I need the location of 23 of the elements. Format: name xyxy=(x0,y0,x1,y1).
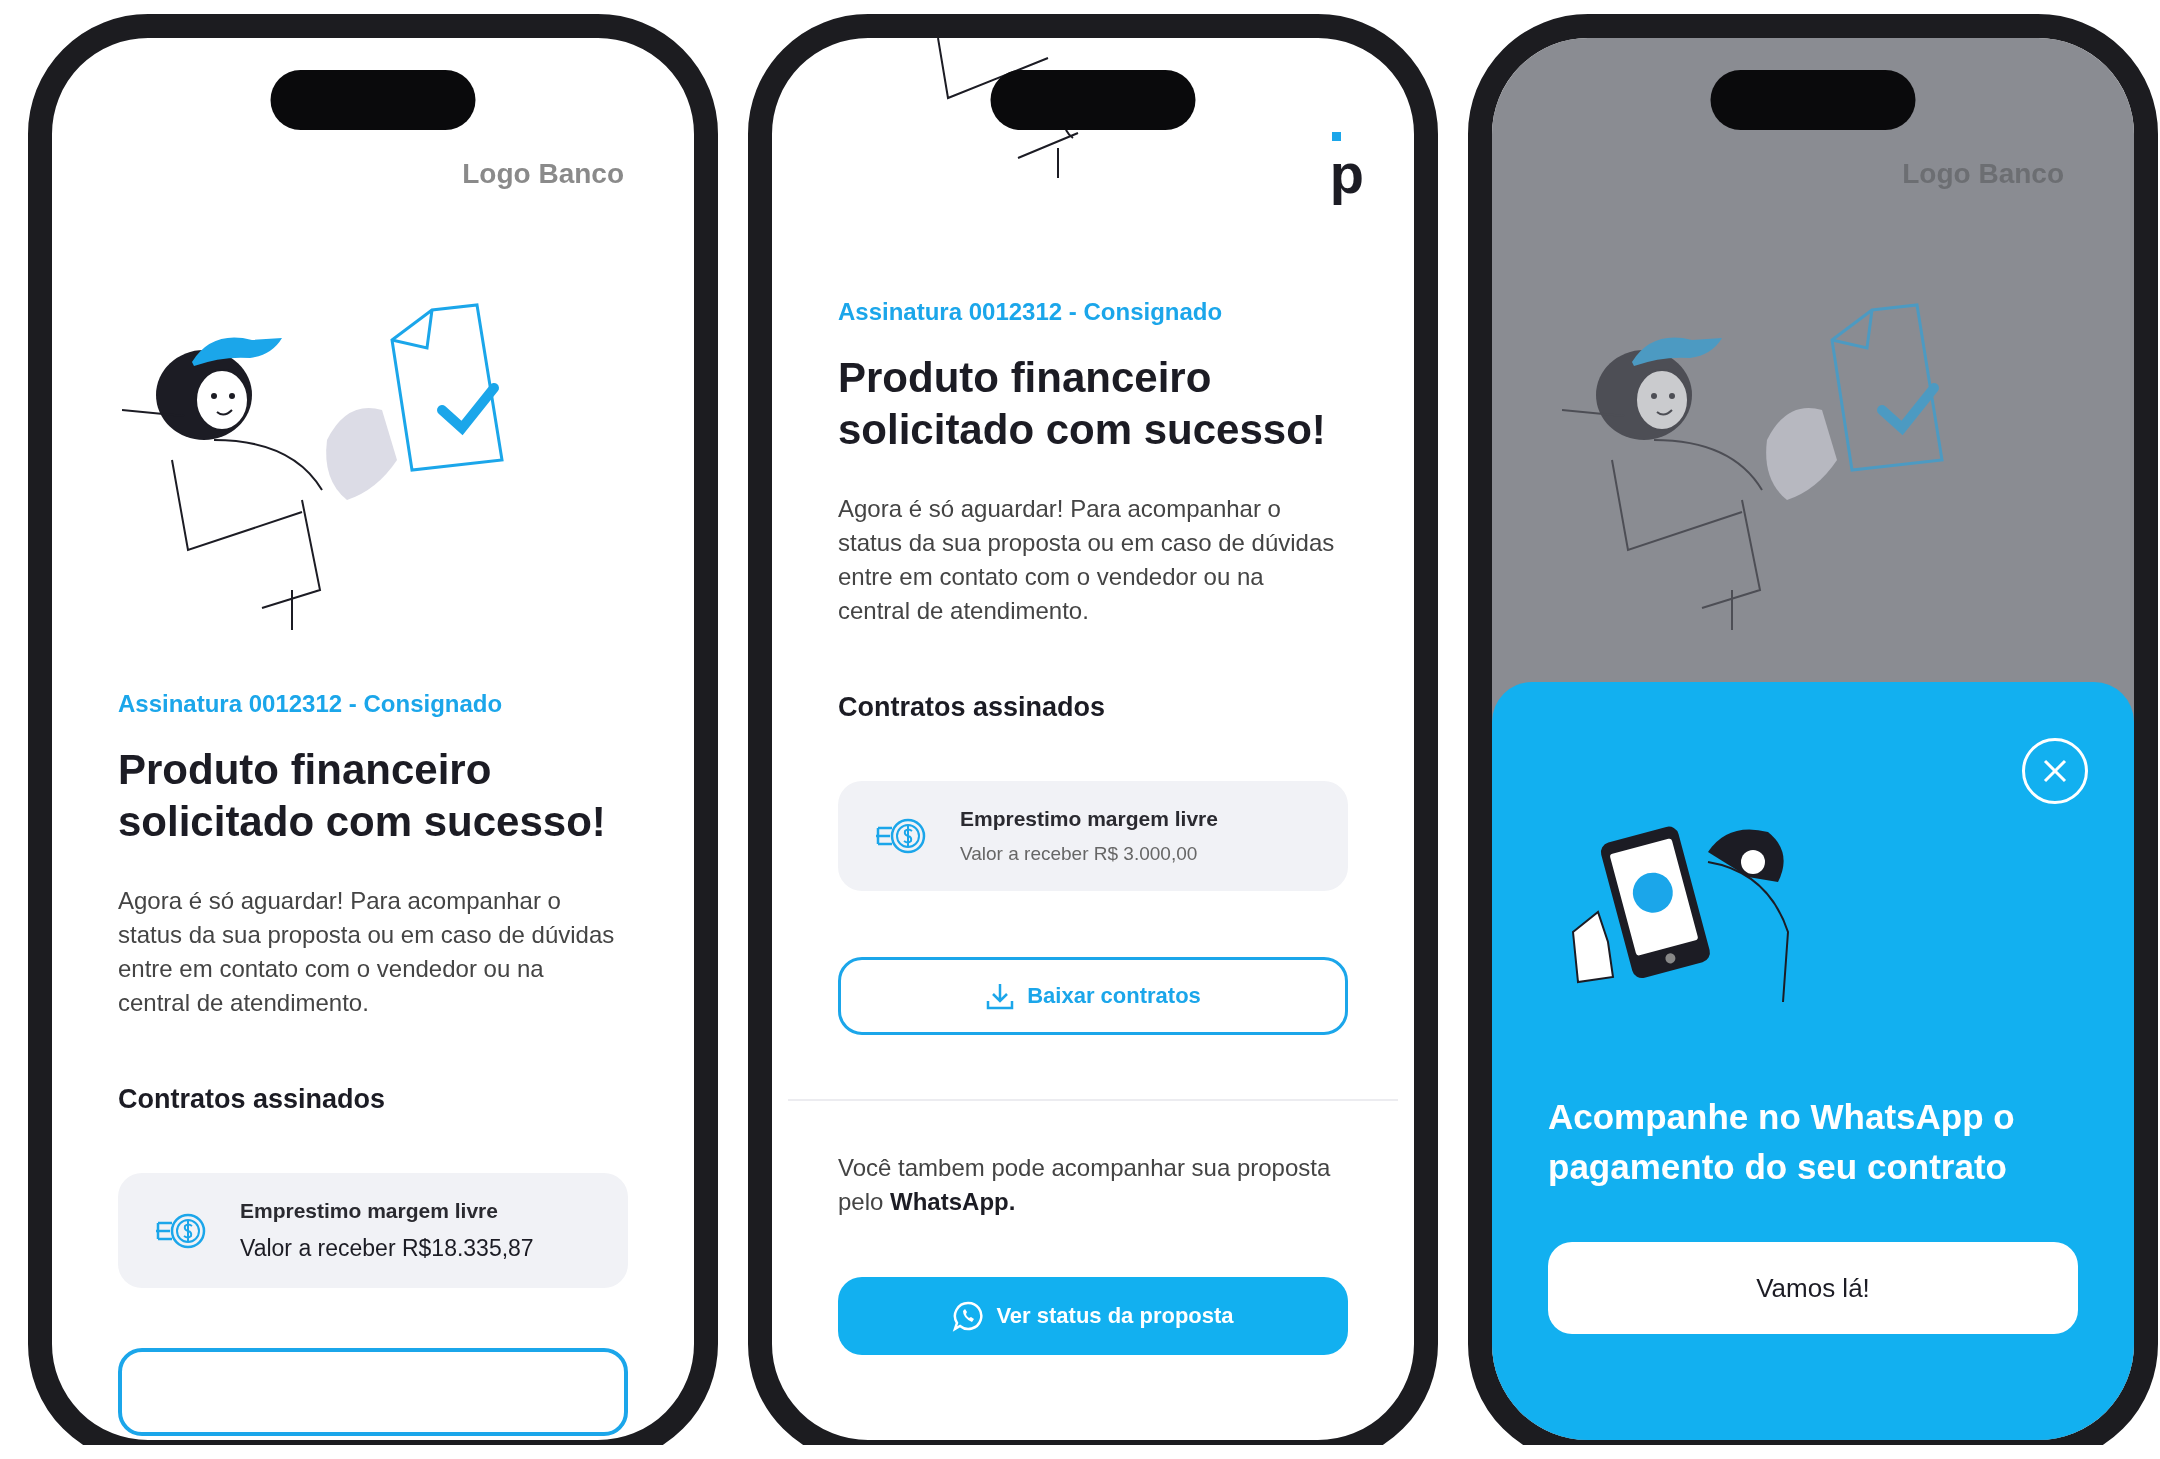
lets-go-button[interactable]: Vamos lá! xyxy=(1548,1242,2078,1334)
sheet-title: Acompanhe no WhatsApp o pagamento do seu contrato xyxy=(1548,1096,2015,1188)
brand-logo: p xyxy=(1329,128,1364,211)
close-icon[interactable] xyxy=(2022,738,2088,804)
contract-value: Valor a receber R$ 3.000,00 xyxy=(960,843,1199,865)
section-heading: Contratos assinados xyxy=(838,692,1107,723)
contract-card[interactable]: Emprestimo margem livre Valor a receber R$ 3.000,00 xyxy=(838,781,1348,891)
outline-button[interactable] xyxy=(118,1348,628,1436)
contract-value: Valor a receber R$18.335,87 xyxy=(240,1235,534,1262)
whatsapp-icon xyxy=(952,1300,985,1332)
bank-logo-text: Logo Banco xyxy=(462,158,624,190)
contract-subtitle: Assinatura 0012312 - Consignado xyxy=(838,298,1224,326)
contract-name: Emprestimo margem livre xyxy=(960,807,1218,831)
success-title: Produto financeiro solicitado com sucesso! xyxy=(118,745,607,847)
section-heading: Contratos assinados xyxy=(118,1084,387,1115)
download-icon xyxy=(985,981,1016,1011)
description-text: Agora é só aguardar! Para acompanhar o status da sua proposta ou em caso de dúvidas entre em contato com o vendedor ou na central de atendimento. xyxy=(118,886,616,1018)
contract-card[interactable]: Emprestimo margem livre Valor a receber R$18.335,87 xyxy=(118,1173,628,1288)
whatsapp-note: Você tambem pode acompanhar sua proposta pelo WhatsApp. xyxy=(838,1153,1332,1217)
contract-name: Emprestimo margem livre xyxy=(240,1199,499,1223)
contract-subtitle: Assinatura 0012312 - Consignado xyxy=(118,690,504,718)
success-title: Produto financeiro solicitado com sucesso! xyxy=(838,353,1327,455)
description-text: Agora é só aguardar! Para acompanhar o status da sua proposta ou em caso de dúvidas entre em contato com o vendedor ou na central de atendimento. xyxy=(838,494,1336,626)
